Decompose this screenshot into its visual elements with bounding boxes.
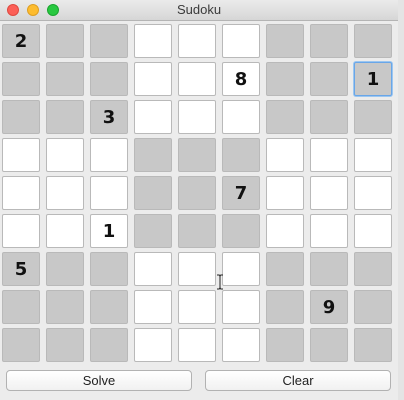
window-edge <box>398 0 404 400</box>
sudoku-cell-r7-c8[interactable] <box>310 252 348 286</box>
sudoku-cell-r5-c2[interactable] <box>46 176 84 210</box>
text-beam-cursor-icon <box>217 274 223 290</box>
sudoku-cell-r4-c6[interactable] <box>222 138 260 172</box>
sudoku-cell-r1-c3[interactable] <box>90 24 128 58</box>
sudoku-cell-r8-c5[interactable] <box>178 290 216 324</box>
sudoku-cell-r8-c2[interactable] <box>46 290 84 324</box>
sudoku-cell-r3-c1[interactable] <box>2 100 40 134</box>
sudoku-cell-r3-c8[interactable] <box>310 100 348 134</box>
sudoku-cell-r2-c8[interactable] <box>310 62 348 96</box>
sudoku-cell-r8-c7[interactable] <box>266 290 304 324</box>
sudoku-cell-r3-c3[interactable]: 3 <box>90 100 128 134</box>
clear-button[interactable]: Clear <box>205 370 391 391</box>
sudoku-cell-r8-c9[interactable] <box>354 290 392 324</box>
sudoku-cell-r4-c2[interactable] <box>46 138 84 172</box>
sudoku-cell-r2-c6[interactable]: 8 <box>222 62 260 96</box>
sudoku-grid: 28137159 <box>2 24 398 364</box>
sudoku-cell-r5-c8[interactable] <box>310 176 348 210</box>
sudoku-cell-r6-c1[interactable] <box>2 214 40 248</box>
sudoku-cell-r5-c7[interactable] <box>266 176 304 210</box>
sudoku-cell-r6-c9[interactable] <box>354 214 392 248</box>
sudoku-cell-r9-c5[interactable] <box>178 328 216 362</box>
sudoku-cell-r1-c7[interactable] <box>266 24 304 58</box>
sudoku-cell-r3-c6[interactable] <box>222 100 260 134</box>
sudoku-cell-r9-c9[interactable] <box>354 328 392 362</box>
sudoku-cell-r8-c6[interactable] <box>222 290 260 324</box>
sudoku-cell-r2-c4[interactable] <box>134 62 172 96</box>
sudoku-window: Sudoku 28137159 Solve Clear <box>0 0 399 400</box>
sudoku-cell-r1-c9[interactable] <box>354 24 392 58</box>
sudoku-cell-r4-c4[interactable] <box>134 138 172 172</box>
sudoku-cell-r1-c5[interactable] <box>178 24 216 58</box>
sudoku-cell-r6-c4[interactable] <box>134 214 172 248</box>
sudoku-cell-r9-c2[interactable] <box>46 328 84 362</box>
sudoku-cell-r2-c2[interactable] <box>46 62 84 96</box>
sudoku-cell-r5-c5[interactable] <box>178 176 216 210</box>
sudoku-cell-r2-c5[interactable] <box>178 62 216 96</box>
sudoku-cell-r3-c5[interactable] <box>178 100 216 134</box>
sudoku-cell-r6-c2[interactable] <box>46 214 84 248</box>
sudoku-cell-r8-c8[interactable]: 9 <box>310 290 348 324</box>
sudoku-cell-r5-c4[interactable] <box>134 176 172 210</box>
sudoku-cell-r9-c4[interactable] <box>134 328 172 362</box>
sudoku-cell-r6-c7[interactable] <box>266 214 304 248</box>
sudoku-cell-r6-c5[interactable] <box>178 214 216 248</box>
sudoku-cell-r1-c6[interactable] <box>222 24 260 58</box>
sudoku-cell-r8-c4[interactable] <box>134 290 172 324</box>
sudoku-cell-r6-c6[interactable] <box>222 214 260 248</box>
title-bar: Sudoku <box>0 0 398 21</box>
window-title: Sudoku <box>176 2 222 17</box>
sudoku-cell-r8-c1[interactable] <box>2 290 40 324</box>
sudoku-cell-r1-c1[interactable]: 2 <box>2 24 40 58</box>
sudoku-cell-r6-c8[interactable] <box>310 214 348 248</box>
sudoku-cell-r1-c8[interactable] <box>310 24 348 58</box>
sudoku-cell-r9-c6[interactable] <box>222 328 260 362</box>
sudoku-cell-r7-c7[interactable] <box>266 252 304 286</box>
sudoku-cell-r2-c7[interactable] <box>266 62 304 96</box>
sudoku-cell-r5-c9[interactable] <box>354 176 392 210</box>
sudoku-cell-r1-c4[interactable] <box>134 24 172 58</box>
sudoku-cell-r4-c8[interactable] <box>310 138 348 172</box>
sudoku-cell-r7-c5[interactable] <box>178 252 216 286</box>
sudoku-cell-r4-c1[interactable] <box>2 138 40 172</box>
sudoku-cell-r7-c2[interactable] <box>46 252 84 286</box>
sudoku-cell-r9-c7[interactable] <box>266 328 304 362</box>
sudoku-cell-r5-c3[interactable] <box>90 176 128 210</box>
sudoku-cell-r9-c3[interactable] <box>90 328 128 362</box>
sudoku-cell-r3-c7[interactable] <box>266 100 304 134</box>
sudoku-cell-r7-c9[interactable] <box>354 252 392 286</box>
sudoku-cell-r5-c1[interactable] <box>2 176 40 210</box>
sudoku-cell-r5-c6[interactable]: 7 <box>222 176 260 210</box>
sudoku-cell-r7-c1[interactable]: 5 <box>2 252 40 286</box>
solve-button[interactable]: Solve <box>6 370 192 391</box>
sudoku-cell-r9-c8[interactable] <box>310 328 348 362</box>
sudoku-cell-r7-c4[interactable] <box>134 252 172 286</box>
sudoku-cell-r4-c7[interactable] <box>266 138 304 172</box>
sudoku-cell-r3-c2[interactable] <box>46 100 84 134</box>
sudoku-cell-r7-c3[interactable] <box>90 252 128 286</box>
sudoku-cell-r4-c9[interactable] <box>354 138 392 172</box>
sudoku-cell-r8-c3[interactable] <box>90 290 128 324</box>
sudoku-cell-r4-c5[interactable] <box>178 138 216 172</box>
sudoku-cell-r1-c2[interactable] <box>46 24 84 58</box>
sudoku-cell-r6-c3[interactable]: 1 <box>90 214 128 248</box>
sudoku-cell-r2-c9[interactable]: 1 <box>354 62 392 96</box>
sudoku-cell-r2-c3[interactable] <box>90 62 128 96</box>
sudoku-cell-r9-c1[interactable] <box>2 328 40 362</box>
sudoku-cell-r7-c6[interactable] <box>222 252 260 286</box>
sudoku-cell-r4-c3[interactable] <box>90 138 128 172</box>
sudoku-cell-r3-c9[interactable] <box>354 100 392 134</box>
sudoku-cell-r3-c4[interactable] <box>134 100 172 134</box>
sudoku-cell-r2-c1[interactable] <box>2 62 40 96</box>
